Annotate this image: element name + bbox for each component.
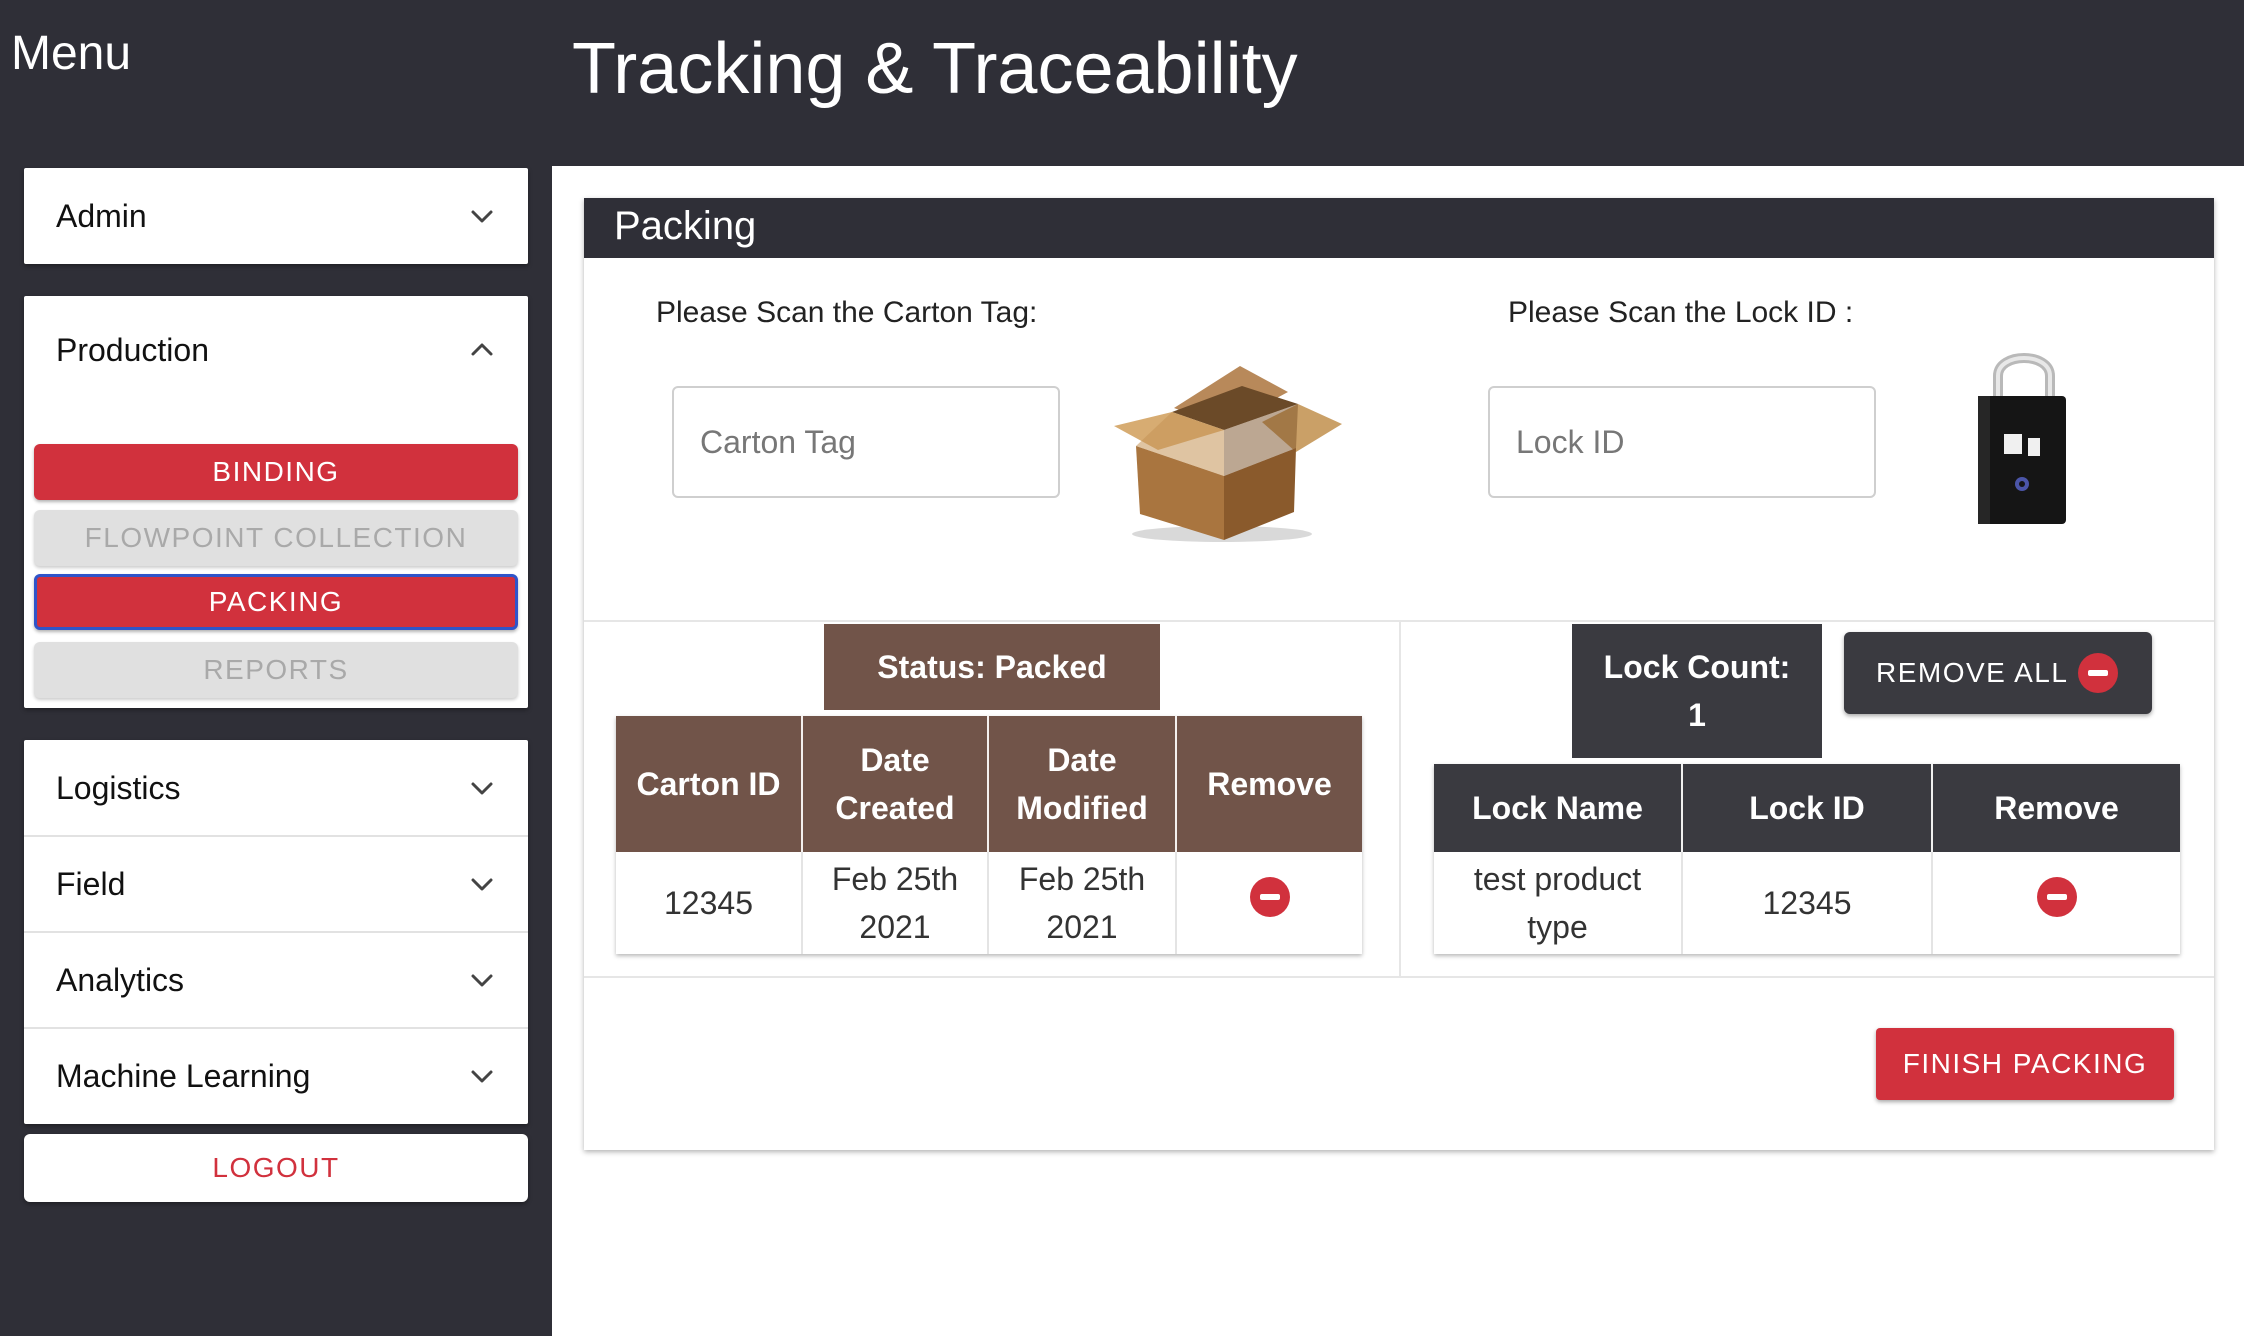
top-header: Tracking & Traceability bbox=[552, 0, 2244, 166]
column-header: Lock Name bbox=[1434, 764, 1683, 852]
binding-button[interactable]: BINDING bbox=[34, 444, 518, 500]
date-created-cell: Feb 25th 2021 bbox=[802, 852, 989, 954]
sidebar-item-logistics[interactable]: Logistics bbox=[24, 740, 528, 836]
status-text: Status: Packed bbox=[877, 649, 1107, 685]
cardboard-box-icon bbox=[1114, 366, 1342, 542]
page-title: Tracking & Traceability bbox=[572, 29, 1298, 109]
lock-name-cell: test product type bbox=[1434, 852, 1683, 954]
sidebar-item-label: Field bbox=[56, 865, 126, 902]
remove-all-label: REMOVE ALL bbox=[1876, 657, 2069, 688]
panel-title: Packing bbox=[614, 204, 757, 248]
chevron-down-icon bbox=[466, 200, 498, 232]
padlock-icon bbox=[1978, 353, 2066, 524]
carton-id-cell: 12345 bbox=[616, 852, 803, 954]
status-badge: Status: Packed bbox=[824, 624, 1160, 710]
column-header: Date Created bbox=[802, 716, 989, 852]
table-row: 12345 Feb 25th 2021 Feb 25th 2021 bbox=[616, 852, 1362, 954]
carton-scan-label: Please Scan the Carton Tag: bbox=[656, 296, 1038, 329]
lock-id-cell: 12345 bbox=[1682, 852, 1933, 954]
production-card: Production BINDING FLOWPOINT COLLECTION … bbox=[24, 296, 528, 708]
sidebar-item-admin[interactable]: Admin bbox=[24, 168, 528, 264]
table-header-row: Lock Name Lock ID Remove bbox=[1434, 764, 2180, 852]
sidebar-item-production[interactable]: Production bbox=[24, 296, 528, 404]
divider bbox=[1399, 622, 1401, 976]
remove-carton-icon[interactable] bbox=[1249, 876, 1290, 917]
chevron-down-icon bbox=[466, 964, 498, 996]
sidebar-item-analytics[interactable]: Analytics bbox=[24, 932, 528, 1028]
finish-packing-button[interactable]: FINISH PACKING bbox=[1876, 1028, 2174, 1100]
carton-tag-input[interactable] bbox=[672, 386, 1060, 498]
lock-count-value: 1 bbox=[1688, 697, 1706, 733]
table-header-row: Carton ID Date Created Date Modified Rem… bbox=[616, 716, 1362, 852]
remove-cell bbox=[1932, 852, 2180, 954]
logout-button[interactable]: LOGOUT bbox=[24, 1134, 528, 1202]
column-header: Date Modified bbox=[988, 716, 1177, 852]
chevron-down-icon bbox=[466, 1060, 498, 1092]
admin-card: Admin bbox=[24, 168, 528, 264]
sidebar-item-label: Production bbox=[56, 331, 209, 368]
chevron-down-icon bbox=[466, 772, 498, 804]
chevron-down-icon bbox=[466, 868, 498, 900]
lock-id-input[interactable] bbox=[1488, 386, 1876, 498]
column-header: Lock ID bbox=[1682, 764, 1933, 852]
sidebar-item-label: Analytics bbox=[56, 961, 185, 998]
minus-circle-icon bbox=[2078, 653, 2118, 693]
column-header: Remove bbox=[1176, 716, 1362, 852]
sidebar-item-field[interactable]: Field bbox=[24, 836, 528, 932]
lock-count-badge: Lock Count: 1 bbox=[1572, 624, 1822, 758]
packing-panel: Packing Please Scan the Carton Tag: Plea… bbox=[584, 198, 2214, 1150]
reports-button[interactable]: REPORTS bbox=[34, 642, 518, 698]
divider bbox=[584, 976, 2214, 978]
sidebar-item-label: Admin bbox=[56, 197, 147, 234]
flowpoint-collection-button[interactable]: FLOWPOINT COLLECTION bbox=[34, 510, 518, 566]
sidebar-item-label: Machine Learning bbox=[56, 1057, 311, 1094]
chevron-up-icon bbox=[466, 334, 498, 366]
column-header: Carton ID bbox=[616, 716, 803, 852]
panel-header: Packing bbox=[584, 198, 2214, 258]
column-header: Remove bbox=[1932, 764, 2180, 852]
packing-button[interactable]: PACKING bbox=[34, 574, 518, 630]
remove-lock-icon[interactable] bbox=[2036, 876, 2077, 917]
sidebar-item-label: Logistics bbox=[56, 769, 181, 806]
sidebar-item-machine-learning[interactable]: Machine Learning bbox=[24, 1028, 528, 1124]
lock-scan-label: Please Scan the Lock ID : bbox=[1508, 296, 1854, 329]
lock-count-label: Lock Count: bbox=[1603, 649, 1791, 685]
remove-all-button[interactable]: REMOVE ALL bbox=[1844, 632, 2152, 714]
remove-cell bbox=[1176, 852, 1362, 954]
date-modified-cell: Feb 25th 2021 bbox=[988, 852, 1177, 954]
sidebar: Menu Admin Production BINDING FLOWPOINT … bbox=[0, 0, 552, 1336]
table-row: test product type 12345 bbox=[1434, 852, 2180, 954]
menu-title: Menu bbox=[11, 27, 132, 80]
sections-card: Logistics Field Analytics Machine Learni… bbox=[24, 740, 528, 1124]
carton-table: Carton ID Date Created Date Modified Rem… bbox=[616, 716, 1362, 954]
lock-table: Lock Name Lock ID Remove test product ty… bbox=[1434, 764, 2180, 954]
